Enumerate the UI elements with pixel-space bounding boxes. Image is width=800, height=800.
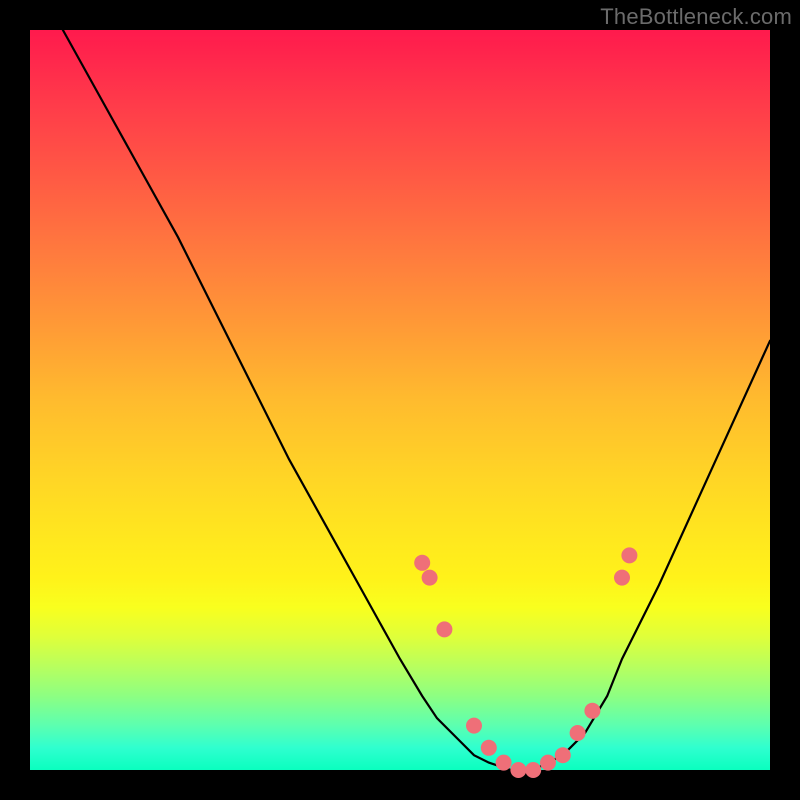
- curve-dot: [481, 740, 497, 756]
- bottleneck-curve: [30, 0, 770, 770]
- curve-dots: [414, 547, 637, 778]
- curve-dot: [555, 747, 571, 763]
- curve-dot: [570, 725, 586, 741]
- curve-dot: [510, 762, 526, 778]
- curve-dot: [525, 762, 541, 778]
- curve-dot: [414, 555, 430, 571]
- curve-dot: [466, 718, 482, 734]
- curve-dot: [584, 703, 600, 719]
- curve-dot: [422, 570, 438, 586]
- attribution-text: TheBottleneck.com: [600, 4, 792, 30]
- chart-frame: TheBottleneck.com: [0, 0, 800, 800]
- plot-area: [30, 30, 770, 770]
- curve-dot: [496, 755, 512, 771]
- curve-dot: [614, 570, 630, 586]
- curve-dot: [540, 755, 556, 771]
- curve-svg: [30, 30, 770, 770]
- curve-dot: [621, 547, 637, 563]
- curve-dot: [436, 621, 452, 637]
